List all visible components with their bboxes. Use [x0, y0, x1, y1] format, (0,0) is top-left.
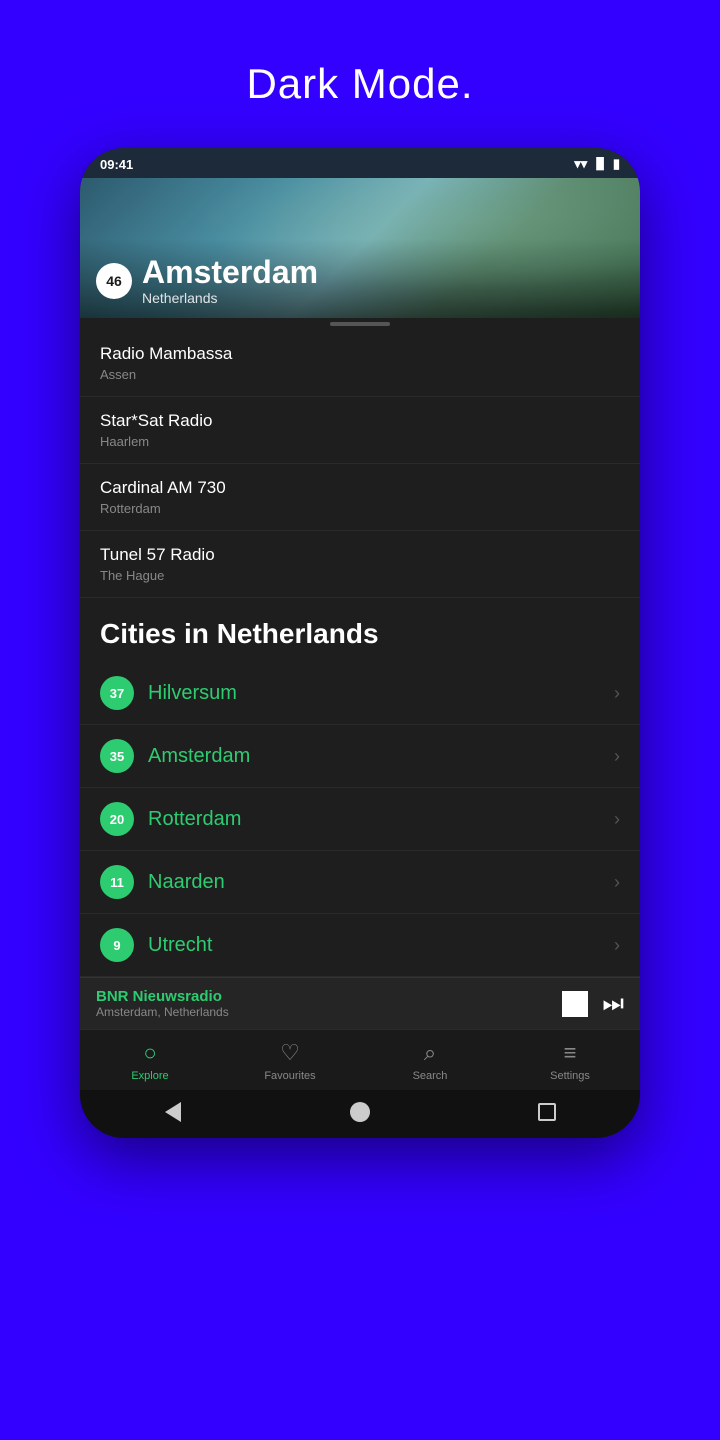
favourites-icon: ♡	[280, 1040, 300, 1066]
recents-button[interactable]	[535, 1100, 559, 1124]
bottom-navigation: ○ Explore ♡ Favourites ⌕ Search ≡ Settin…	[80, 1029, 640, 1090]
page-title: Dark Mode.	[246, 60, 473, 108]
signal-icon: ▐▌	[592, 158, 608, 170]
city-count-badge: 11	[100, 865, 134, 899]
hero-overlay: 46 Amsterdam Netherlands	[80, 239, 640, 318]
recents-icon	[538, 1103, 556, 1121]
now-playing-location: Amsterdam, Netherlands	[96, 1005, 562, 1019]
city-name: Naarden	[148, 871, 614, 894]
home-button[interactable]	[348, 1100, 372, 1124]
scroll-pill	[330, 322, 390, 326]
radio-name: Cardinal AM 730	[100, 478, 620, 498]
status-bar: 09:41 ▾▾ ▐▌ ▮	[80, 148, 640, 178]
chevron-right-icon: ›	[614, 683, 620, 704]
chevron-right-icon: ›	[614, 746, 620, 767]
nav-label-search: Search	[413, 1070, 448, 1082]
radio-name: Tunel 57 Radio	[100, 545, 620, 565]
now-playing-info: BNR Nieuwsradio Amsterdam, Netherlands	[96, 988, 562, 1019]
wifi-icon: ▾▾	[574, 156, 587, 172]
now-playing-bar: BNR Nieuwsradio Amsterdam, Netherlands ⏭	[80, 977, 640, 1029]
nav-item-settings[interactable]: ≡ Settings	[540, 1040, 600, 1082]
system-navigation	[80, 1090, 640, 1138]
radio-name: Star*Sat Radio	[100, 411, 620, 431]
city-count-badge: 37	[100, 676, 134, 710]
nav-item-search[interactable]: ⌕ Search	[400, 1040, 460, 1082]
city-name: Amsterdam	[148, 745, 614, 768]
city-count-badge: 9	[100, 928, 134, 962]
radio-city: Rotterdam	[100, 501, 620, 516]
city-list-item[interactable]: 9 Utrecht ›	[80, 914, 640, 977]
city-name: Utrecht	[148, 934, 614, 957]
hero-text: Amsterdam Netherlands	[142, 255, 318, 306]
chevron-right-icon: ›	[614, 872, 620, 893]
settings-icon: ≡	[564, 1040, 577, 1066]
radio-city: The Hague	[100, 568, 620, 583]
hero-badge: 46	[96, 263, 132, 299]
content-area: Radio Mambassa Assen Star*Sat Radio Haar…	[80, 330, 640, 977]
explore-icon: ○	[143, 1040, 156, 1066]
radio-name: Radio Mambassa	[100, 344, 620, 364]
battery-icon: ▮	[613, 156, 620, 172]
hero-image: 46 Amsterdam Netherlands	[80, 178, 640, 318]
nav-label-explore: Explore	[131, 1070, 168, 1082]
list-item[interactable]: Cardinal AM 730 Rotterdam	[80, 464, 640, 531]
stop-button[interactable]	[562, 991, 588, 1017]
city-list-item[interactable]: 35 Amsterdam ›	[80, 725, 640, 788]
city-count-badge: 20	[100, 802, 134, 836]
time-display: 09:41	[100, 157, 133, 172]
phone-shell: 09:41 ▾▾ ▐▌ ▮ 46 Amsterdam Netherlands R…	[80, 148, 640, 1138]
chevron-right-icon: ›	[614, 935, 620, 956]
now-playing-station: BNR Nieuwsradio	[96, 988, 562, 1005]
playback-controls: ⏭	[562, 990, 624, 1018]
city-list-item[interactable]: 20 Rotterdam ›	[80, 788, 640, 851]
skip-forward-button[interactable]: ⏭	[602, 990, 624, 1018]
radio-city: Haarlem	[100, 434, 620, 449]
hero-country: Netherlands	[142, 290, 318, 306]
nav-item-favourites[interactable]: ♡ Favourites	[260, 1040, 320, 1082]
list-item[interactable]: Star*Sat Radio Haarlem	[80, 397, 640, 464]
back-icon	[165, 1102, 181, 1122]
nav-label-settings: Settings	[550, 1070, 590, 1082]
nav-item-explore[interactable]: ○ Explore	[120, 1040, 180, 1082]
search-icon: ⌕	[424, 1040, 436, 1066]
chevron-right-icon: ›	[614, 809, 620, 830]
city-name: Hilversum	[148, 682, 614, 705]
list-item[interactable]: Tunel 57 Radio The Hague	[80, 531, 640, 598]
home-icon	[350, 1102, 370, 1122]
list-item[interactable]: Radio Mambassa Assen	[80, 330, 640, 397]
status-icons: ▾▾ ▐▌ ▮	[574, 156, 620, 172]
back-button[interactable]	[161, 1100, 185, 1124]
city-list-item[interactable]: 11 Naarden ›	[80, 851, 640, 914]
scroll-indicator	[80, 318, 640, 330]
city-count-badge: 35	[100, 739, 134, 773]
city-name: Rotterdam	[148, 808, 614, 831]
cities-section-header: Cities in Netherlands	[80, 598, 640, 662]
hero-city: Amsterdam	[142, 255, 318, 290]
radio-city: Assen	[100, 367, 620, 382]
city-list-item[interactable]: 37 Hilversum ›	[80, 662, 640, 725]
nav-label-favourites: Favourites	[264, 1070, 315, 1082]
